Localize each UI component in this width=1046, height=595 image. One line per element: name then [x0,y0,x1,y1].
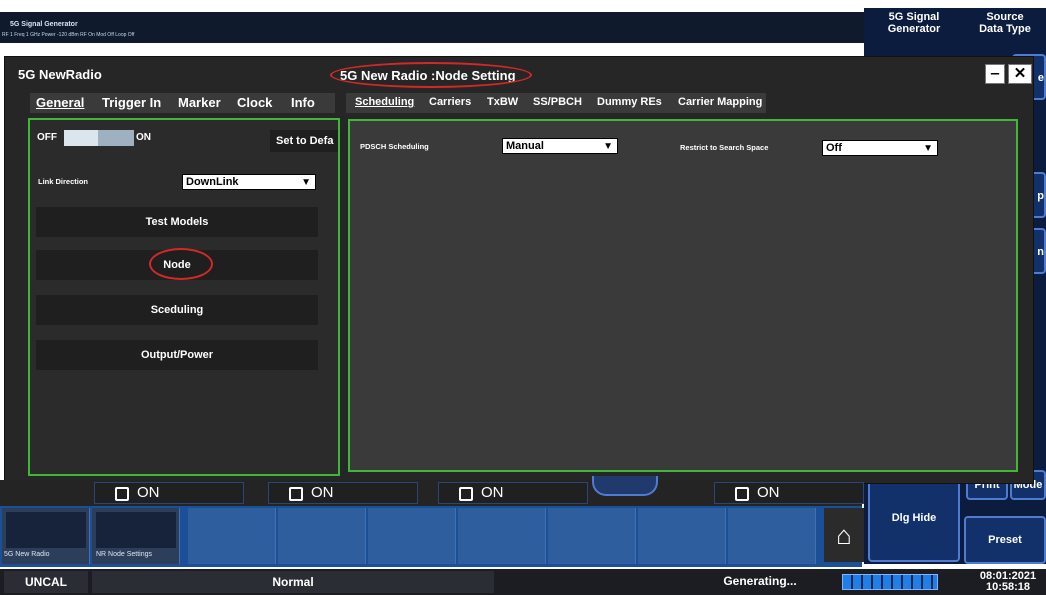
checkbox-icon [459,487,473,501]
checkbox-icon [115,487,129,501]
status-line: RF 1 Freq 1 GHz Power -120 dBm RF On Mod… [2,32,135,38]
output-power-button[interactable]: Output/Power [36,340,318,370]
link-direction-select[interactable]: DownLink ▼ [182,174,316,190]
preset-button[interactable]: Preset [964,516,1046,564]
on-toggle-1[interactable]: ON [94,482,244,504]
tab-txbw[interactable]: TxBW [487,96,518,108]
progress-bar [842,574,938,590]
sceduling-button[interactable]: Sceduling [36,295,318,325]
on-label: ON [136,132,151,143]
pdsch-scheduling-value: Manual [506,140,544,152]
thumbnail-nr-node-settings[interactable]: NR Node Settings [92,508,180,564]
chevron-down-icon: ▼ [301,177,311,188]
dialog-title: 5G NewRadio [18,67,102,82]
uncal-indicator: UNCAL [4,571,88,593]
tab-info[interactable]: Info [291,95,315,110]
tab-carrier-mapping[interactable]: Carrier Mapping [678,96,762,108]
tab-ss-pbch[interactable]: SS/PBCH [533,96,582,108]
instrument-header: 5G Signal Generator RF 1 Freq 1 GHz Powe… [0,12,868,43]
generating-status: Generating... [723,574,797,588]
pdsch-scheduling-label: PDSCH Scheduling [360,142,429,151]
thumbnail-slot-3[interactable] [188,508,276,564]
center-softkey[interactable] [592,476,658,496]
thumbnail-slot-6[interactable] [458,508,546,564]
thumbnail-5g-new-radio[interactable]: 5G New Radio [2,508,90,564]
home-icon[interactable]: ⌂ [824,508,864,562]
chevron-down-icon: ▼ [923,143,933,154]
restrict-search-space-select[interactable]: Off ▼ [822,140,938,156]
on-off-toggle[interactable] [64,130,134,146]
chevron-down-icon: ▼ [603,141,613,152]
restrict-search-space-label: Restrict to Search Space [680,143,769,152]
tab-dummy-res[interactable]: Dummy REs [597,96,662,108]
normal-indicator: Normal [92,571,494,593]
thumbnail-slot-4[interactable] [278,508,366,564]
off-label: OFF [37,132,57,143]
annotation-circle-title [330,62,532,88]
datetime: 08:01:2021 10:58:18 [970,571,1046,593]
restrict-search-space-value: Off [826,142,842,154]
scheduling-panel [348,119,1018,472]
thumbnail-slot-8[interactable] [638,508,726,564]
on-toggle-3[interactable]: ON [438,482,588,504]
pdsch-scheduling-select[interactable]: Manual ▼ [502,138,618,154]
window-label: 5G Signal Generator [10,21,78,28]
tab-carriers[interactable]: Carriers [429,96,471,108]
annotation-circle-node [149,248,213,280]
set-to-default-button[interactable]: Set to Defa [270,130,338,152]
link-direction-value: DownLink [186,176,239,188]
checkbox-icon [289,487,303,501]
link-direction-label: Link Direction [38,177,89,186]
close-icon[interactable]: ✕ [1008,64,1032,84]
thumbnail-slot-5[interactable] [368,508,456,564]
test-models-button[interactable]: Test Models [36,207,318,237]
tab-trigger-in[interactable]: Trigger In [102,95,161,110]
softkey-source-data-type[interactable]: Source Data Type [964,8,1046,52]
minimize-icon[interactable]: ‒ [985,64,1005,84]
dlg-hide-button[interactable]: Dlg Hide [868,474,960,562]
on-toggle-2[interactable]: ON [268,482,418,504]
thumbnail-slot-9[interactable] [728,508,816,564]
tab-clock[interactable]: Clock [237,95,272,110]
checkbox-icon [735,487,749,501]
tab-scheduling[interactable]: Scheduling [355,96,414,108]
tab-marker[interactable]: Marker [178,95,221,110]
tab-general[interactable]: General [36,95,84,110]
softkey-5g-signal-generator[interactable]: 5G Signal Generator [868,8,960,52]
time-text: 10:58:18 [985,581,1031,593]
on-toggle-4[interactable]: ON [714,482,864,504]
thumbnail-slot-7[interactable] [548,508,636,564]
